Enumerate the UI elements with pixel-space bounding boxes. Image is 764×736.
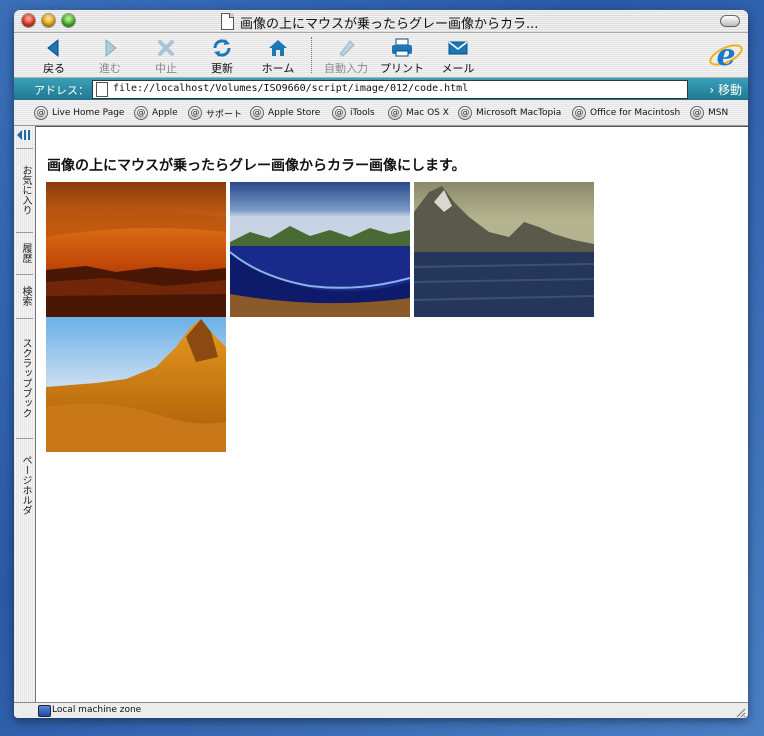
go-label: 移動 <box>717 83 742 97</box>
security-zone-text: Local machine zone <box>52 705 142 715</box>
at-link-icon: @ <box>134 106 148 120</box>
mountain-lake-image[interactable] <box>414 182 594 317</box>
home-button[interactable]: ホーム <box>250 35 306 75</box>
coastal-bay-image[interactable] <box>230 182 410 317</box>
toolbar-separator <box>311 37 312 73</box>
at-link-icon: @ <box>458 106 472 120</box>
stop-x-icon <box>158 40 174 56</box>
forward-arrow-icon <box>105 38 117 58</box>
at-link-icon: @ <box>572 106 586 120</box>
favorite-link[interactable]: @ Apple <box>134 106 178 120</box>
at-link-icon: @ <box>388 106 402 120</box>
home-label: ホーム <box>261 62 295 75</box>
toolbar: 戻る 進む 中止 更新 ホーム 自動入力 プリント メール e <box>14 33 748 78</box>
svg-text:e: e <box>716 38 735 73</box>
sidebar-toggle-icon[interactable] <box>16 129 32 141</box>
explorer-sidebar: お気に入り 履歴 検索 スクラップブック ページホルダ <box>14 126 36 702</box>
favorite-link[interactable]: @ Microsoft MacTopia <box>458 106 561 120</box>
favorites-bar: @ Live Home Page @ Apple @ サポート @ Apple Stor… <box>14 101 748 126</box>
at-link-icon: @ <box>250 106 264 120</box>
mail-label: メール <box>441 62 475 75</box>
window-title: 画像の上にマウスが乗ったらグレー画像からカラ... <box>240 17 539 32</box>
sidebar-tab-scrapbook[interactable]: スクラップブック <box>16 318 33 437</box>
favorite-link[interactable]: @ MSN <box>690 106 728 120</box>
refresh-label: 更新 <box>211 62 233 75</box>
close-button[interactable] <box>22 14 35 27</box>
address-label: アドレス： <box>34 84 89 97</box>
autofill-button[interactable]: 自動入力 <box>318 35 374 75</box>
at-link-icon: @ <box>188 106 202 120</box>
at-link-icon: @ <box>332 106 346 120</box>
status-bar: Local machine zone <box>14 702 748 718</box>
address-url: file://localhost/Volumes/ISO9660/script/… <box>113 83 469 94</box>
at-link-icon: @ <box>34 106 48 120</box>
refresh-button[interactable]: 更新 <box>194 35 250 75</box>
favorite-link[interactable]: @ iTools <box>332 106 375 120</box>
refresh-icon <box>213 39 231 57</box>
page-content: 画像の上にマウスが乗ったらグレー画像からカラー画像にします。 <box>36 126 748 703</box>
sidebar-tab-search[interactable]: 検索 <box>16 274 33 317</box>
sunset-landscape-image[interactable] <box>46 182 226 317</box>
favorite-link[interactable]: @ Office for Macintosh <box>572 106 680 120</box>
favorite-link[interactable]: @ Mac OS X <box>388 106 449 120</box>
back-button[interactable]: 戻る <box>26 35 82 75</box>
browser-window: 画像の上にマウスが乗ったらグレー画像からカラ... 戻る 進む 中止 更新 ホー… <box>14 10 748 718</box>
autofill-pen-icon <box>339 40 355 57</box>
stop-label: 中止 <box>155 62 177 75</box>
favorite-link[interactable]: @ Live Home Page <box>34 106 124 120</box>
print-label: プリント <box>380 62 424 75</box>
sidebar-tab-history[interactable]: 履歴 <box>16 232 33 273</box>
mail-button[interactable]: メール <box>430 35 486 75</box>
document-icon <box>221 13 234 30</box>
address-bar: アドレス： file://localhost/Volumes/ISO9660/s… <box>14 78 748 100</box>
favorite-link[interactable]: @ サポート <box>188 106 242 120</box>
mail-envelope-icon <box>448 41 468 55</box>
internet-explorer-logo-icon: e <box>709 38 743 73</box>
sidebar-tab-page-holder[interactable]: ページホルダ <box>16 438 33 531</box>
forward-label: 進む <box>99 62 121 75</box>
zoom-button[interactable] <box>62 14 75 27</box>
back-label: 戻る <box>43 62 65 75</box>
autofill-label: 自動入力 <box>324 62 368 75</box>
zone-computer-icon <box>38 705 51 717</box>
page-document-icon <box>96 82 108 97</box>
stop-button[interactable]: 中止 <box>138 35 194 75</box>
desert-mountain-image[interactable] <box>46 317 226 452</box>
address-input[interactable]: file://localhost/Volumes/ISO9660/script/… <box>92 80 688 99</box>
go-button[interactable]: › 移動 <box>709 81 742 98</box>
back-arrow-icon <box>47 38 59 58</box>
favorite-link[interactable]: @ Apple Store <box>250 106 320 120</box>
forward-button[interactable]: 進む <box>82 35 138 75</box>
resize-grip-icon[interactable] <box>734 706 746 718</box>
sidebar-tab-favorites[interactable]: お気に入り <box>16 148 33 231</box>
print-button[interactable]: プリント <box>374 35 430 75</box>
printer-icon <box>392 38 412 57</box>
page-heading: 画像の上にマウスが乗ったらグレー画像からカラー画像にします。 <box>47 158 466 174</box>
go-arrow-icon: › <box>709 83 715 97</box>
home-icon <box>269 40 287 56</box>
collapse-toolbar-button[interactable] <box>720 15 740 27</box>
title-bar[interactable]: 画像の上にマウスが乗ったらグレー画像からカラ... <box>14 10 748 33</box>
minimize-button[interactable] <box>42 14 55 27</box>
at-link-icon: @ <box>690 106 704 120</box>
